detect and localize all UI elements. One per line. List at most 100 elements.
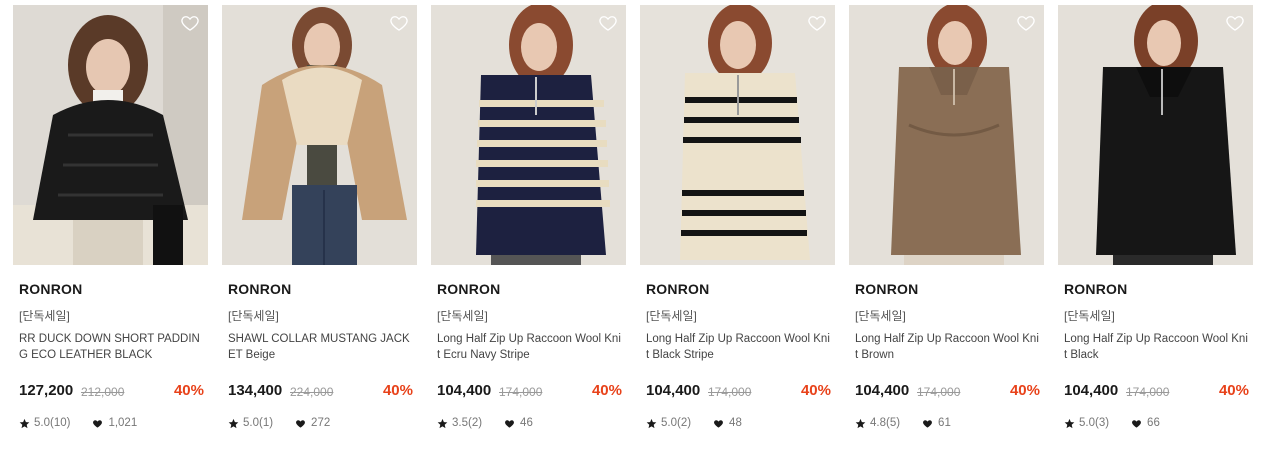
wishlist-button[interactable] — [1016, 13, 1036, 33]
original-price: 224,000 — [290, 385, 334, 399]
product-image[interactable] — [222, 5, 417, 265]
heart-outline-icon — [1017, 16, 1035, 31]
like-count: 272 — [311, 417, 331, 429]
price-row: 104,400 174,000 40% — [646, 382, 831, 402]
product-meta: 4.8(5) 61 — [855, 417, 951, 429]
product-name[interactable]: Long Half Zip Up Raccoon Wool Knit Black… — [646, 331, 832, 363]
product-image[interactable] — [431, 5, 626, 265]
sale-tag: [단독세일] — [228, 309, 279, 323]
product-image[interactable] — [849, 5, 1044, 265]
heart-filled-icon — [923, 419, 932, 428]
product-meta: 5.0(2) 48 — [646, 417, 742, 429]
product-image[interactable] — [1058, 5, 1253, 265]
discount-rate: 40% — [591, 382, 622, 399]
star-icon — [646, 418, 657, 428]
product-name[interactable]: SHAWL COLLAR MUSTANG JACKET Beige — [228, 331, 414, 363]
like-count: 48 — [729, 417, 742, 429]
heart-filled-icon — [505, 419, 514, 428]
star-icon — [855, 418, 866, 428]
wishlist-button[interactable] — [807, 13, 827, 33]
brand-name[interactable]: RONRON — [228, 281, 291, 297]
product-image[interactable] — [640, 5, 835, 265]
sale-tag: [단독세일] — [19, 309, 70, 323]
price-row: 134,400 224,000 40% — [228, 382, 413, 402]
like-count: 1,021 — [108, 417, 138, 429]
sale-tag: [단독세일] — [855, 309, 906, 323]
original-price: 174,000 — [499, 385, 543, 399]
wishlist-button[interactable] — [389, 13, 409, 33]
product-card[interactable]: RONRON [단독세일] Long Half Zip Up Raccoon W… — [431, 5, 626, 455]
wishlist-button[interactable] — [180, 13, 200, 33]
brand-name[interactable]: RONRON — [437, 281, 500, 297]
price-row: 127,200 212,000 40% — [19, 382, 204, 402]
star-icon — [19, 418, 30, 428]
rating-value: 5.0(2) — [661, 417, 692, 429]
original-price: 212,000 — [81, 385, 125, 399]
original-price: 174,000 — [917, 385, 961, 399]
product-name[interactable]: Long Half Zip Up Raccoon Wool Knit Black — [1064, 331, 1250, 363]
star-icon — [437, 418, 448, 428]
brand-name[interactable]: RONRON — [646, 281, 709, 297]
heart-outline-icon — [808, 16, 826, 31]
sale-tag: [단독세일] — [437, 309, 488, 323]
heart-filled-icon — [1132, 419, 1141, 428]
product-photo — [431, 5, 626, 265]
price-row: 104,400 174,000 40% — [855, 382, 1040, 402]
product-card[interactable]: RONRON [단독세일] RR DUCK DOWN SHORT PADDING… — [13, 5, 208, 455]
discount-rate: 40% — [1218, 382, 1249, 399]
product-photo — [849, 5, 1044, 265]
sale-price: 104,400 — [855, 382, 910, 399]
sale-price: 127,200 — [19, 382, 74, 399]
rating-value: 5.0(3) — [1079, 417, 1110, 429]
rating-value: 3.5(2) — [452, 417, 483, 429]
product-name[interactable]: Long Half Zip Up Raccoon Wool Knit Brown — [855, 331, 1041, 363]
product-card[interactable]: RONRON [단독세일] SHAWL COLLAR MUSTANG JACKE… — [222, 5, 417, 455]
like-count: 66 — [1147, 417, 1160, 429]
rating-value: 5.0(1) — [243, 417, 274, 429]
heart-outline-icon — [390, 16, 408, 31]
price-row: 104,400 174,000 40% — [1064, 382, 1249, 402]
discount-rate: 40% — [800, 382, 831, 399]
original-price: 174,000 — [708, 385, 752, 399]
product-card[interactable]: RONRON [단독세일] Long Half Zip Up Raccoon W… — [849, 5, 1044, 455]
product-name[interactable]: RR DUCK DOWN SHORT PADDING ECO LEATHER B… — [19, 331, 205, 363]
sale-price: 104,400 — [1064, 382, 1119, 399]
discount-rate: 40% — [1009, 382, 1040, 399]
heart-outline-icon — [181, 16, 199, 31]
wishlist-button[interactable] — [1225, 13, 1245, 33]
sale-price: 134,400 — [228, 382, 283, 399]
wishlist-button[interactable] — [598, 13, 618, 33]
sale-price: 104,400 — [437, 382, 492, 399]
sale-price: 104,400 — [646, 382, 701, 399]
star-icon — [1064, 418, 1075, 428]
product-meta: 5.0(1) 272 — [228, 417, 330, 429]
like-count: 61 — [938, 417, 951, 429]
sale-tag: [단독세일] — [1064, 309, 1115, 323]
product-meta: 5.0(10) 1,021 — [19, 417, 137, 429]
price-row: 104,400 174,000 40% — [437, 382, 622, 402]
original-price: 174,000 — [1126, 385, 1170, 399]
product-photo — [1058, 5, 1253, 265]
heart-filled-icon — [93, 419, 103, 428]
product-photo — [13, 5, 208, 265]
discount-rate: 40% — [173, 382, 204, 399]
sale-tag: [단독세일] — [646, 309, 697, 323]
brand-name[interactable]: RONRON — [19, 281, 82, 297]
heart-outline-icon — [599, 16, 617, 31]
product-image[interactable] — [13, 5, 208, 265]
product-meta: 5.0(3) 66 — [1064, 417, 1160, 429]
product-card[interactable]: RONRON [단독세일] Long Half Zip Up Raccoon W… — [1058, 5, 1253, 455]
heart-filled-icon — [296, 419, 305, 428]
brand-name[interactable]: RONRON — [855, 281, 918, 297]
product-photo — [640, 5, 835, 265]
rating-value: 5.0(10) — [34, 417, 71, 429]
brand-name[interactable]: RONRON — [1064, 281, 1127, 297]
like-count: 46 — [520, 417, 533, 429]
heart-filled-icon — [714, 419, 723, 428]
discount-rate: 40% — [382, 382, 413, 399]
product-grid: RONRON [단독세일] RR DUCK DOWN SHORT PADDING… — [0, 0, 1263, 463]
product-card[interactable]: RONRON [단독세일] Long Half Zip Up Raccoon W… — [640, 5, 835, 455]
product-photo — [222, 5, 417, 265]
product-meta: 3.5(2) 46 — [437, 417, 533, 429]
product-name[interactable]: Long Half Zip Up Raccoon Wool Knit Ecru … — [437, 331, 623, 363]
